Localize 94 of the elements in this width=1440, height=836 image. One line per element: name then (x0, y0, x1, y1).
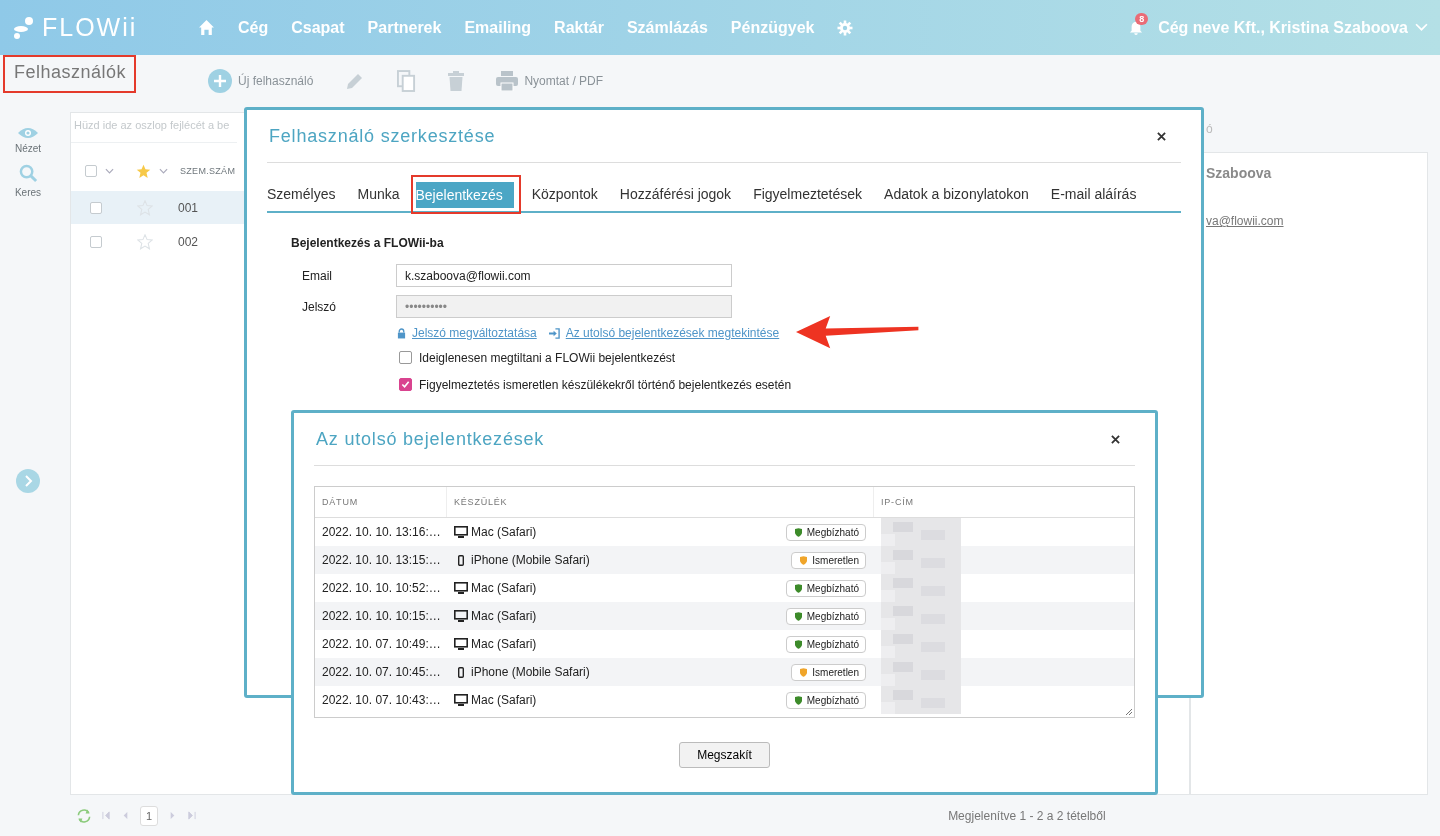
link[interactable]: Az utolsó bejelentkezések megtekintése (565, 326, 780, 340)
star-icon[interactable] (137, 233, 153, 250)
refresh-icon[interactable] (76, 807, 92, 824)
checkbox-option[interactable]: Figyelmeztetés ismeretlen készülékekről történő bejelentkezés esetén (291, 371, 1181, 398)
sign-in-icon (548, 327, 560, 339)
page-title: Felhasználók (14, 62, 127, 82)
close-icon[interactable] (1157, 131, 1166, 141)
logo-text: FLOWii (42, 13, 138, 42)
chevron-down-icon[interactable] (159, 168, 168, 174)
table-cell: 001 (178, 200, 199, 215)
monitor-icon (454, 526, 468, 538)
table-cell-text: 2022. 10. 10. 10:15:… (321, 609, 442, 623)
link[interactable]: Jelszó megváltoztatása (412, 326, 537, 340)
monitor-icon (454, 638, 468, 650)
trust-badge: Megbízható (785, 635, 866, 653)
lock-icon (397, 327, 406, 339)
table-cell-text: 2022. 10. 10. 13:16:… (321, 525, 442, 539)
table-cell: Mac (Safari) (471, 693, 537, 707)
table-cell: Mac (Safari) (471, 609, 537, 623)
monitor-icon (454, 582, 468, 594)
view-button[interactable]: Nézet (14, 127, 42, 154)
page-number[interactable]: 1 (140, 805, 159, 826)
tab[interactable]: Hozzáférési jogok (608, 181, 743, 207)
eye-icon (18, 127, 38, 139)
column-header: IP-CÍM (880, 496, 915, 509)
table-cell-text: 2022. 10. 07. 10:43:… (321, 693, 442, 707)
trust-badge: Megbízható (785, 523, 866, 541)
tab[interactable]: Központok (520, 181, 609, 207)
table-cell: 002 (178, 234, 199, 249)
chevron-down-icon[interactable] (105, 168, 114, 174)
table-cell-text: 2022. 10. 07. 10:49:… (321, 637, 442, 651)
table-cell: Mac (Safari) (471, 525, 537, 539)
field-label: Jelszó (301, 299, 337, 314)
tab[interactable]: Munka (346, 181, 411, 207)
phone-icon (458, 666, 464, 678)
column-header[interactable]: SZEM.SZÁM (180, 166, 236, 176)
phone-icon (458, 554, 464, 566)
column-header: KÉSZÜLÉK (447, 487, 874, 517)
tab[interactable]: Figyelmeztetések (742, 181, 874, 207)
expand-icon[interactable] (16, 469, 40, 493)
previous-page-icon[interactable] (121, 811, 130, 820)
user-name: Szaboova (1206, 165, 1273, 181)
trust-badge: Ismeretlen (791, 551, 866, 569)
checkbox[interactable] (399, 378, 412, 391)
dialog-title: Felhasználó szerkesztése (269, 125, 496, 147)
home-icon[interactable] (198, 19, 215, 36)
new-user-button[interactable]: Új felhasználó (208, 69, 314, 93)
email-link[interactable]: va@flowii.com (1206, 214, 1427, 228)
monitor-icon (454, 694, 468, 706)
checkbox[interactable] (90, 201, 102, 214)
table-cell: iPhone (Mobile Safari) (471, 553, 590, 567)
trust-badge: Megbízható (785, 607, 866, 625)
table-cell-text: 2022. 10. 10. 10:52:… (321, 581, 442, 595)
checkbox[interactable] (85, 165, 97, 177)
checkbox-option[interactable]: Ideiglenesen megtiltani a FLOWii bejelentkezést (291, 344, 1181, 371)
table-cell-text: 2022. 10. 10. 13:15:… (321, 553, 442, 567)
print-button[interactable]: Nyomtat / PDF (496, 71, 604, 91)
field-label: ó (1205, 121, 1214, 138)
tab[interactable]: Személyes (267, 181, 347, 207)
star-icon[interactable] (136, 163, 151, 179)
close-icon[interactable] (1111, 434, 1120, 444)
tab[interactable]: E-mail aláírás (1039, 181, 1148, 207)
column-header: DÁTUM (315, 487, 447, 517)
monitor-icon (454, 610, 468, 622)
cancel-button[interactable]: Megszakít (679, 742, 770, 768)
trust-badge: Megbízható (785, 691, 866, 709)
search-button[interactable]: Keres (14, 164, 42, 198)
table-cell: Mac (Safari) (471, 581, 537, 595)
section-heading: Bejelentkezés a FLOWii-ba (291, 236, 445, 250)
pager-summary: Megjelenítve 1 - 2 a 2 tételből (948, 808, 1106, 823)
tab[interactable]: Adatok a bizonylatokon (873, 181, 1040, 207)
table-cell-text: 2022. 10. 07. 10:45:… (321, 665, 442, 679)
last-page-icon[interactable] (187, 811, 197, 820)
trash-icon[interactable] (448, 71, 465, 91)
settings-icon[interactable] (837, 19, 854, 36)
table-cell: iPhone (Mobile Safari) (471, 665, 590, 679)
table-cell: Mac (Safari) (471, 637, 537, 651)
field-label: Email (301, 268, 333, 283)
tab[interactable]: Bejelentkezés (415, 181, 514, 208)
copy-icon[interactable] (397, 69, 417, 93)
drops-logo-icon (12, 15, 36, 40)
search-icon (18, 164, 38, 183)
first-page-icon[interactable] (102, 811, 111, 820)
checkbox[interactable] (90, 235, 102, 248)
group-by-hint: Hüzd ide az oszlop fejlécét a be (71, 113, 237, 143)
input-field[interactable]: k.szaboova@flowii.com (396, 264, 732, 287)
plus-icon (208, 69, 232, 93)
trust-badge: Megbízható (785, 579, 866, 597)
printer-icon (496, 71, 519, 91)
trust-badge: Ismeretlen (791, 663, 866, 681)
checkbox[interactable] (399, 351, 412, 364)
dialog-title: Az utolsó bejelentkezések (316, 428, 545, 450)
resize-grip-icon[interactable] (1125, 708, 1133, 716)
notification-badge: 8 (1135, 12, 1149, 25)
